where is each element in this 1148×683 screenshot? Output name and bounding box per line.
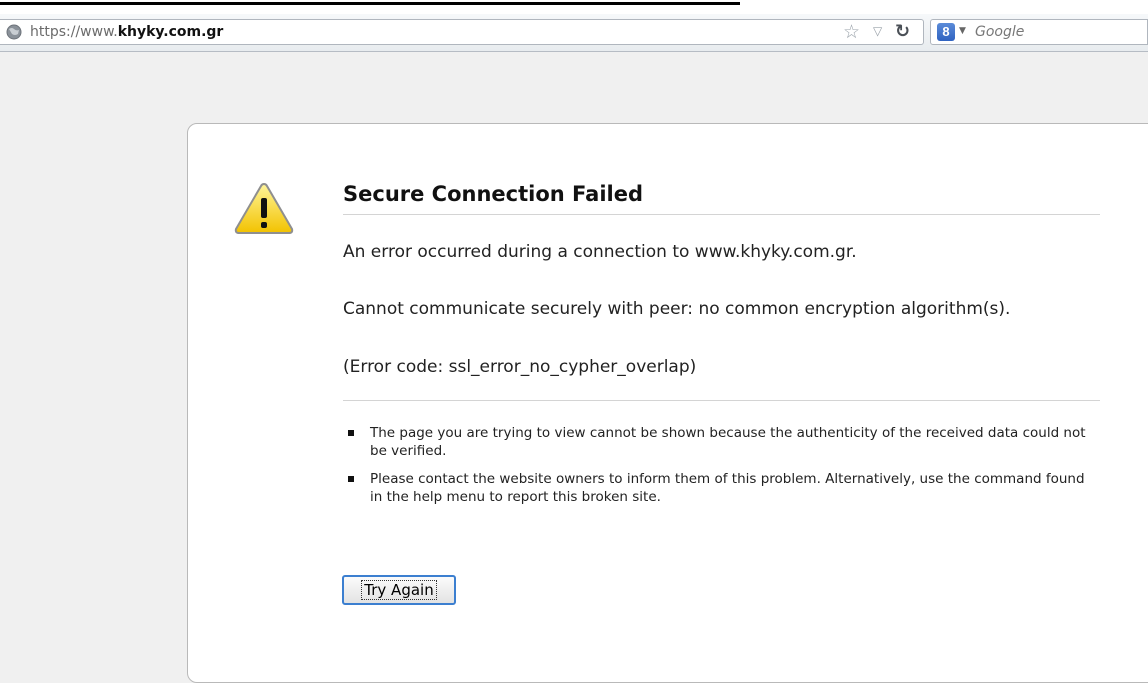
search-engine-dropdown-icon[interactable]: ▼ [959,26,966,36]
url-text[interactable]: https://www.khyky.com.gr [30,24,223,40]
top-strip [0,0,1148,14]
help-list: The page you are trying to view cannot b… [348,424,1088,516]
error-message: An error occurred during a connection to… [343,242,857,262]
try-again-button[interactable]: Try Again [342,575,456,605]
error-code: (Error code: ssl_error_no_cypher_overlap… [343,357,697,377]
error-card: Secure Connection Failed An error occurr… [187,123,1148,683]
try-again-label: Try Again [361,580,437,600]
url-bar[interactable]: https://www.khyky.com.gr ☆ ▽ ↻ [0,19,924,45]
url-dropdown-icon[interactable]: ▽ [873,24,882,38]
bullet-icon [348,476,354,482]
error-detail: Cannot communicate securely with peer: n… [343,299,1011,319]
list-item: Please contact the website owners to inf… [348,470,1088,506]
url-host: khyky.com.gr [117,24,224,40]
globe-icon[interactable] [6,24,22,40]
url-prefix: https://www. [30,24,118,40]
reload-icon[interactable]: ↻ [895,21,910,42]
divider [343,400,1100,401]
browser-toolbar: https://www.khyky.com.gr ☆ ▽ ↻ 8 ▼ Googl… [0,14,1148,52]
list-item-text: Please contact the website owners to inf… [370,471,1085,505]
bullet-icon [348,430,354,436]
error-title: Secure Connection Failed [343,182,1100,215]
search-bar[interactable]: 8 ▼ Google [930,19,1148,45]
top-strip-line [0,2,740,5]
search-placeholder[interactable]: Google [975,24,1024,40]
warning-triangle-icon [234,182,294,234]
bookmark-star-icon[interactable]: ☆ [843,22,860,42]
list-item: The page you are trying to view cannot b… [348,424,1088,460]
list-item-text: The page you are trying to view cannot b… [370,425,1086,459]
google-search-icon[interactable]: 8 [937,23,955,41]
